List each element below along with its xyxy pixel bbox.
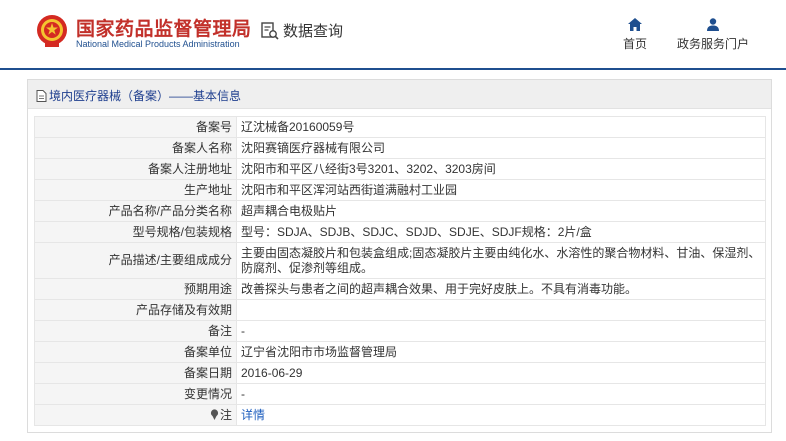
info-table: 备案号 辽沈械备20160059号 备案人名称 沈阳赛镝医疗器械有限公司 备案人… [34, 116, 766, 426]
row-value: 改善探头与患者之间的超声耦合效果、用于完好皮肤上。不具有消毒功能。 [236, 278, 766, 300]
table-row: 备案单位 辽宁省沈阳市市场监督管理局 [34, 341, 766, 363]
national-emblem-icon [37, 15, 67, 47]
detail-link[interactable]: 详情 [241, 408, 265, 422]
row-value: 辽沈械备20160059号 [236, 116, 766, 138]
row-value: - [236, 320, 766, 342]
row-value: 沈阳赛镝医疗器械有限公司 [236, 137, 766, 159]
site-subtitle: National Medical Products Administration [76, 39, 240, 49]
detail-panel: 境内医疗器械（备案）——基本信息 备案号 辽沈械备20160059号 备案人名称… [27, 79, 772, 433]
user-icon [707, 18, 719, 31]
nav-portal-label: 政务服务门户 [677, 37, 750, 51]
header-divider [0, 68, 786, 70]
row-value: 主要由固态凝胶片和包装盒组成;固态凝胶片主要由纯化水、水溶性的聚合物材料、甘油、… [236, 242, 766, 279]
site-title: 国家药品监督管理局 [76, 19, 252, 40]
data-query-link[interactable]: 数据查询 [261, 20, 343, 41]
row-label: 产品描述/主要组成成分 [34, 242, 237, 279]
row-value: 型号：SDJA、SDJB、SDJC、SDJD、SDJE、SDJF规格：2片/盒 [236, 221, 766, 243]
table-row: 产品名称/产品分类名称 超声耦合电极贴片 [34, 200, 766, 222]
nav-home-label: 首页 [623, 37, 648, 51]
row-label: 备注 [34, 320, 237, 342]
table-row: 产品描述/主要组成成分 主要由固态凝胶片和包装盒组成;固态凝胶片主要由纯化水、水… [34, 242, 766, 279]
table-row: 备案人注册地址 沈阳市和平区八经街3号3201、3202、3203房间 [34, 158, 766, 180]
row-value [236, 299, 766, 321]
table-row: 预期用途 改善探头与患者之间的超声耦合效果、用于完好皮肤上。不具有消毒功能。 [34, 278, 766, 300]
row-label: 变更情况 [34, 383, 237, 405]
row-label: 备案人名称 [34, 137, 237, 159]
search-document-icon [261, 21, 279, 40]
row-label: 产品名称/产品分类名称 [34, 200, 237, 222]
table-row: 产品存储及有效期 [34, 299, 766, 321]
nav-service-portal[interactable]: 政务服务门户 [677, 18, 749, 52]
row-label-note: 注 [34, 404, 237, 426]
row-label: 型号规格/包装规格 [34, 221, 237, 243]
row-label: 预期用途 [34, 278, 237, 300]
table-row: 备案号 辽沈械备20160059号 [34, 116, 766, 138]
table-row: 型号规格/包装规格 型号：SDJA、SDJB、SDJC、SDJD、SDJE、SD… [34, 221, 766, 243]
pin-icon [210, 408, 219, 420]
table-row: 生产地址 沈阳市和平区浑河站西街道满融村工业园 [34, 179, 766, 201]
panel-title-text: 境内医疗器械（备案）——基本信息 [49, 89, 242, 103]
row-label: 备案单位 [34, 341, 237, 363]
row-label: 备案人注册地址 [34, 158, 237, 180]
row-value: 2016-06-29 [236, 362, 766, 384]
home-icon [628, 18, 642, 31]
panel-title: 境内医疗器械（备案）——基本信息 [36, 87, 241, 104]
panel-title-bar: 境内医疗器械（备案）——基本信息 [28, 80, 771, 109]
table-row: 备案日期 2016-06-29 [34, 362, 766, 384]
row-label: 备案日期 [34, 362, 237, 384]
row-value: 沈阳市和平区浑河站西街道满融村工业园 [236, 179, 766, 201]
document-icon [36, 89, 47, 102]
table-row: 备注 - [34, 320, 766, 342]
row-label: 产品存储及有效期 [34, 299, 237, 321]
note-label: 注 [219, 407, 232, 422]
table-row: 变更情况 - [34, 383, 766, 405]
table-row: 备案人名称 沈阳赛镝医疗器械有限公司 [34, 137, 766, 159]
row-value: 详情 [236, 404, 766, 426]
row-value: - [236, 383, 766, 405]
row-value: 超声耦合电极贴片 [236, 200, 766, 222]
row-value: 辽宁省沈阳市市场监督管理局 [236, 341, 766, 363]
site-header: 国家药品监督管理局 National Medical Products Admi… [0, 0, 786, 68]
row-label: 生产地址 [34, 179, 237, 201]
data-query-label: 数据查询 [283, 23, 344, 40]
row-label: 备案号 [34, 116, 237, 138]
table-row: 注 详情 [34, 404, 766, 426]
nav-home[interactable]: 首页 [623, 18, 647, 52]
row-value: 沈阳市和平区八经街3号3201、3202、3203房间 [236, 158, 766, 180]
